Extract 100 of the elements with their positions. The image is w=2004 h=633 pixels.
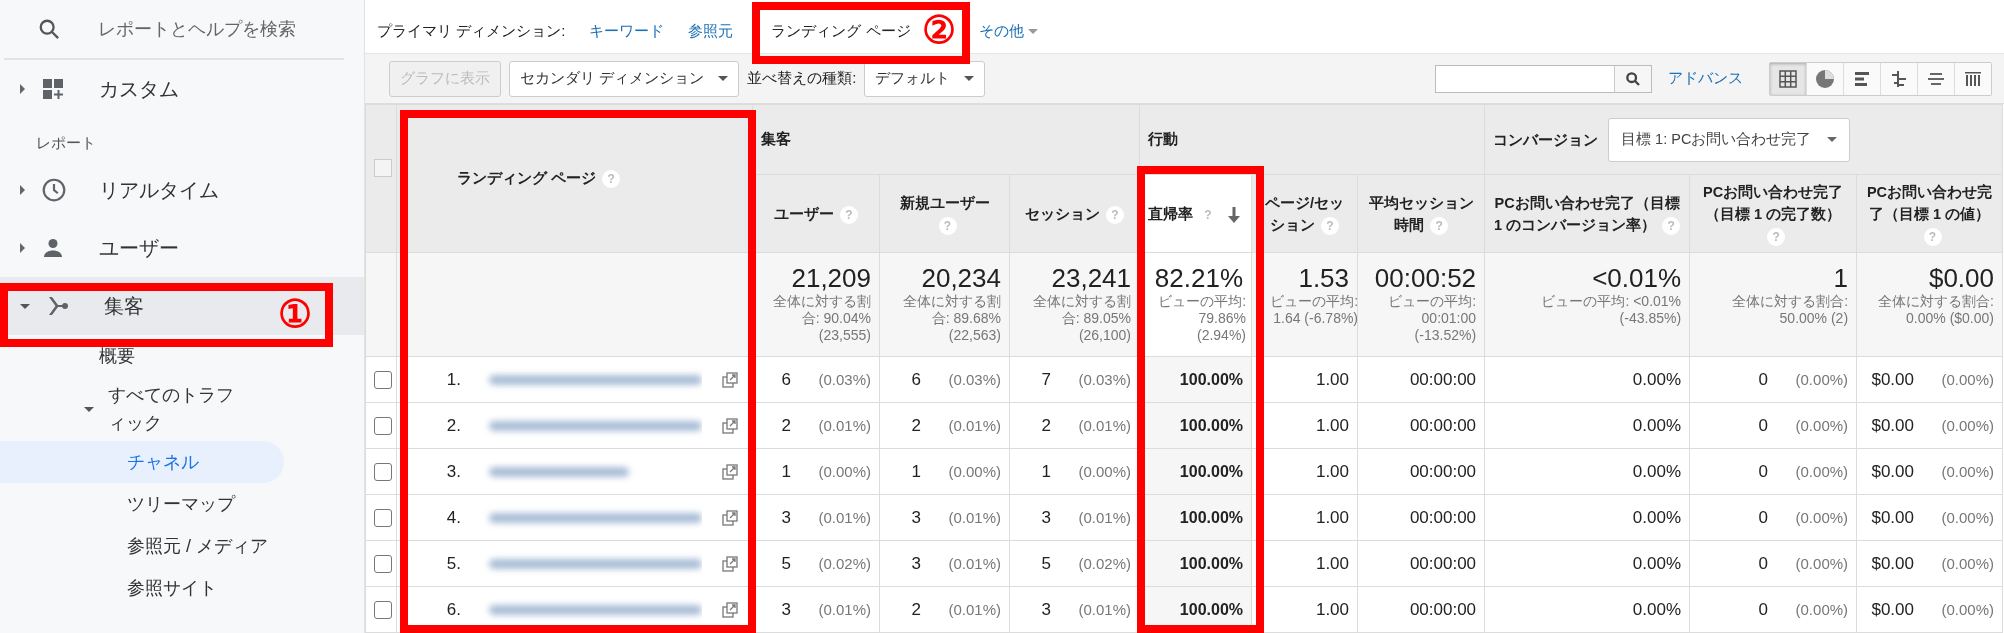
column-group-header: 集客 — [752, 104, 1140, 175]
sort-arrow-icon[interactable] — [1227, 205, 1242, 224]
table-cell: $0.00 (0.00%) — [1856, 540, 2003, 587]
pie-chart-icon — [1815, 68, 1835, 89]
nav-item[interactable]: 概要 — [0, 335, 284, 377]
clock-icon — [41, 177, 67, 203]
external-link-icon[interactable] — [722, 555, 738, 572]
total-note: 全体に対する割合: 89.68% (22,563) — [903, 293, 1001, 344]
external-link-icon[interactable] — [722, 509, 738, 526]
table-view-icon — [1779, 69, 1797, 88]
dimension-tab[interactable]: ランディング ページ — [771, 22, 911, 41]
table-cell: 00:00:00 — [1357, 540, 1485, 587]
secondary-dimension-dropdown[interactable]: セカンダリ ディメンション — [509, 60, 740, 97]
sort-dropdown[interactable]: デフォルト — [864, 60, 986, 97]
nav-item[interactable]: カスタム — [0, 60, 364, 118]
advanced-link[interactable]: アドバンス — [1668, 69, 1743, 88]
table-cell: 0.00% — [1484, 356, 1690, 403]
nav-group-item[interactable]: すべてのトラフィック — [0, 377, 258, 441]
table-cell: 0.00% — [1484, 586, 1690, 633]
total-note: 全体に対する割合: 90.04% (23,555) — [773, 293, 871, 344]
table-cell: 00:00:00 — [1357, 448, 1485, 495]
row-checkbox[interactable] — [374, 463, 392, 481]
column-header[interactable]: 新規ユーザー ? — [879, 174, 1010, 253]
nav-item[interactable]: ツリーマップ — [0, 483, 284, 525]
select-all-checkbox[interactable] — [374, 159, 392, 177]
nav-item[interactable]: ユーザー — [0, 219, 364, 277]
more-dropdown[interactable]: その他 — [978, 22, 1038, 41]
table-cell: $0.00 (0.00%) — [1856, 494, 2003, 541]
column-header[interactable]: セッション ? — [1009, 174, 1140, 253]
table-cell: $0.00 (0.00%) — [1856, 356, 2003, 403]
table-cell: 00:00:00 — [1357, 586, 1485, 633]
nav-item[interactable]: 参照元 / メディア — [0, 525, 284, 567]
view-toggle[interactable] — [1844, 62, 1881, 95]
table-cell: $0.00 (0.00%) — [1856, 448, 2003, 495]
nav-item[interactable]: リアルタイム — [0, 161, 364, 219]
nav-item[interactable]: 参照サイト — [0, 567, 284, 609]
total-value: 21,209 — [790, 263, 871, 293]
dimension-tab[interactable]: 参照元 — [688, 22, 734, 41]
column-group-header: コンバージョン 目標 1: PCお問い合わせ完了 — [1484, 104, 2003, 175]
row-number: 2. — [445, 415, 461, 436]
column-header[interactable]: ランディング ページ ? — [396, 104, 753, 253]
total-note: ビューの平均: <0.01% (-43.85%) — [1540, 293, 1682, 327]
table-search-field[interactable] — [1435, 64, 1652, 93]
total-value: <0.01% — [1591, 263, 1682, 293]
nav-item[interactable]: チャネル — [0, 441, 284, 483]
table-cell: 2 (0.01%) — [879, 402, 1010, 449]
column-header[interactable]: PCお問い合わせ完了（目標 1 の値） ? — [1856, 174, 2003, 253]
dimension-label: プライマリ ディメンション: — [377, 22, 566, 41]
external-link-icon[interactable] — [722, 463, 738, 480]
bar-chart-icon — [1853, 69, 1871, 88]
row-number: 3. — [445, 461, 461, 482]
external-link-icon[interactable] — [722, 601, 738, 618]
branch-icon — [46, 294, 70, 318]
table-cell: 0 (0.00%) — [1689, 402, 1857, 449]
table-cell: 0 (0.00%) — [1689, 540, 1857, 587]
view-toggle[interactable] — [1807, 62, 1844, 95]
table-cell: 0.00% — [1484, 402, 1690, 449]
callout-number: ② — [922, 10, 956, 50]
total-note: 全体に対する割合: 89.05% (26,100) — [1033, 293, 1132, 344]
total-value: 82.21% — [1153, 263, 1244, 293]
row-checkbox[interactable] — [374, 555, 392, 573]
person-icon — [41, 236, 65, 260]
term-cloud-icon — [1964, 69, 1982, 88]
table-cell: 6 (0.03%) — [879, 356, 1010, 403]
table-cell: 3 (0.01%) — [879, 494, 1010, 541]
section-heading: レポート — [35, 133, 97, 153]
table-cell: $0.00 (0.00%) — [1856, 402, 2003, 449]
row-checkbox[interactable] — [374, 601, 392, 619]
table-cell: 0.00% — [1484, 448, 1690, 495]
total-note: 全体に対する割合: 0.00% ($0.00) — [1877, 293, 1994, 327]
callout-number: ① — [278, 294, 312, 334]
dimension-tab[interactable]: キーワード — [589, 22, 665, 41]
row-number: 1. — [445, 369, 461, 390]
goal-dropdown[interactable]: 目標 1: PCお問い合わせ完了 — [1608, 117, 1851, 162]
table-cell: 3 (0.01%) — [879, 540, 1010, 587]
table-cell: 0 (0.00%) — [1689, 448, 1857, 495]
row-checkbox[interactable] — [374, 371, 392, 389]
table-cell: 1 (0.00%) — [879, 448, 1010, 495]
total-value: $0.00 — [1927, 263, 1994, 293]
search-icon[interactable] — [38, 18, 60, 40]
view-toggle[interactable] — [1918, 62, 1955, 95]
search-field[interactable]: レポートとヘルプを検索 — [98, 17, 296, 41]
view-toggle[interactable] — [1881, 62, 1918, 95]
total-value: 00:00:52 — [1373, 263, 1477, 293]
column-header[interactable]: PCお問い合わせ完了（目標 1 の完了数） ? — [1689, 174, 1857, 253]
table-cell: 0.00% — [1484, 540, 1690, 587]
column-header[interactable]: 平均セッション時間 ? — [1357, 174, 1485, 253]
row-number: 5. — [445, 553, 461, 574]
sort-label: 並べ替えの種類: — [747, 69, 857, 88]
external-link-icon[interactable] — [722, 417, 738, 434]
row-checkbox[interactable] — [374, 509, 392, 527]
column-header[interactable]: PCお問い合わせ完了（目標 1 のコンバージョン率） ? — [1484, 174, 1690, 253]
view-toggle[interactable] — [1770, 62, 1807, 95]
search-icon[interactable] — [1625, 70, 1641, 87]
table-cell: $0.00 (0.00%) — [1856, 586, 2003, 633]
external-link-icon[interactable] — [722, 371, 738, 388]
row-number: 4. — [445, 507, 461, 528]
view-toggle[interactable] — [1955, 62, 1991, 95]
row-checkbox[interactable] — [374, 417, 392, 435]
total-value: 1.53 — [1297, 263, 1350, 293]
